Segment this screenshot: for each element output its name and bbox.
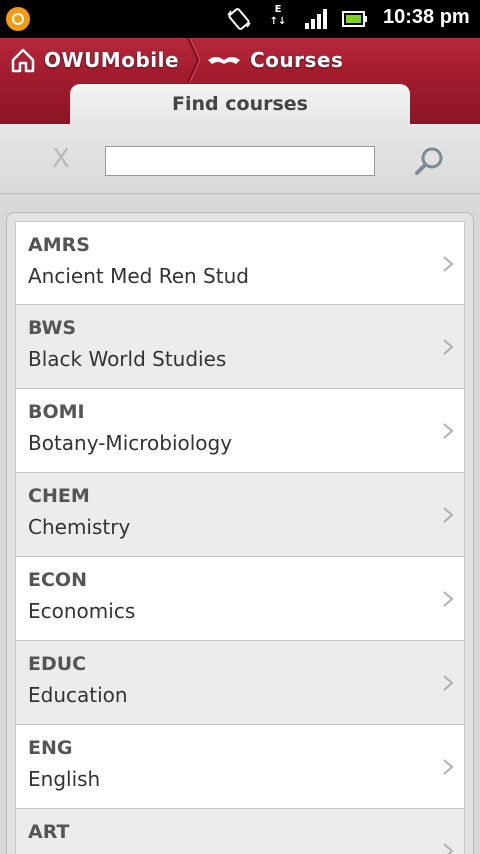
clock: 10:38 pm: [383, 6, 470, 28]
rotation-lock-icon: [227, 8, 251, 30]
list-item[interactable]: BOMI Botany-Microbiology: [15, 389, 465, 473]
list-item[interactable]: EDUC Education: [15, 641, 465, 725]
search-input[interactable]: [105, 146, 375, 176]
signal-strength-icon: [305, 9, 327, 29]
breadcrumb-separator: [187, 38, 200, 82]
department-code: EDUC: [28, 653, 87, 675]
status-bar: E ↑↓ 10:38 pm: [0, 0, 480, 38]
list-item[interactable]: AMRS Ancient Med Ren Stud: [15, 221, 465, 305]
list-item[interactable]: BWS Black World Studies: [15, 305, 465, 389]
department-code: ART: [28, 821, 70, 843]
department-name: English: [28, 767, 101, 791]
chevron-right-icon: [443, 675, 454, 691]
department-name: Chemistry: [28, 515, 131, 539]
department-name: Botany-Microbiology: [28, 431, 233, 455]
list-item[interactable]: ART: [15, 809, 465, 854]
list-item[interactable]: ENG English: [15, 725, 465, 809]
department-code: ECON: [28, 569, 87, 591]
chevron-right-icon: [443, 423, 454, 439]
chevron-right-icon: [443, 339, 454, 355]
department-code: ENG: [28, 737, 73, 759]
chevron-right-icon: [443, 843, 454, 854]
department-code: BOMI: [28, 401, 85, 423]
open-book-icon: [208, 57, 240, 64]
list-item[interactable]: ECON Economics: [15, 557, 465, 641]
home-icon: [11, 48, 35, 73]
app-header: OWUMobile Courses Find courses: [0, 38, 480, 124]
list-item[interactable]: CHEM Chemistry: [15, 473, 465, 557]
department-code: AMRS: [28, 234, 90, 256]
department-name: Black World Studies: [28, 347, 227, 371]
courses-label: Courses: [250, 48, 344, 72]
home-label: OWUMobile: [44, 48, 180, 72]
data-network-icon: E ↑↓: [269, 4, 287, 27]
department-list: AMRS Ancient Med Ren Stud BWS Black Worl…: [15, 221, 465, 854]
department-name: Education: [28, 683, 128, 707]
search-bar: X: [0, 124, 480, 194]
courses-breadcrumb[interactable]: Courses: [206, 38, 343, 82]
department-list-container: AMRS Ancient Med Ren Stud BWS Black Worl…: [6, 212, 474, 854]
search-icon[interactable]: [412, 144, 448, 180]
clear-button[interactable]: X: [52, 144, 70, 174]
chevron-right-icon: [443, 591, 454, 607]
chevron-right-icon: [443, 759, 454, 775]
department-code: BWS: [28, 317, 77, 339]
tab-find-courses[interactable]: Find courses: [70, 84, 410, 124]
home-breadcrumb[interactable]: OWUMobile: [10, 38, 179, 82]
chevron-right-icon: [443, 507, 454, 523]
department-name: Ancient Med Ren Stud: [28, 264, 249, 288]
chevron-right-icon: [443, 256, 454, 272]
app-notification-icon: [6, 7, 30, 31]
department-name: Economics: [28, 599, 136, 623]
battery-icon: [342, 11, 367, 27]
department-code: CHEM: [28, 485, 90, 507]
